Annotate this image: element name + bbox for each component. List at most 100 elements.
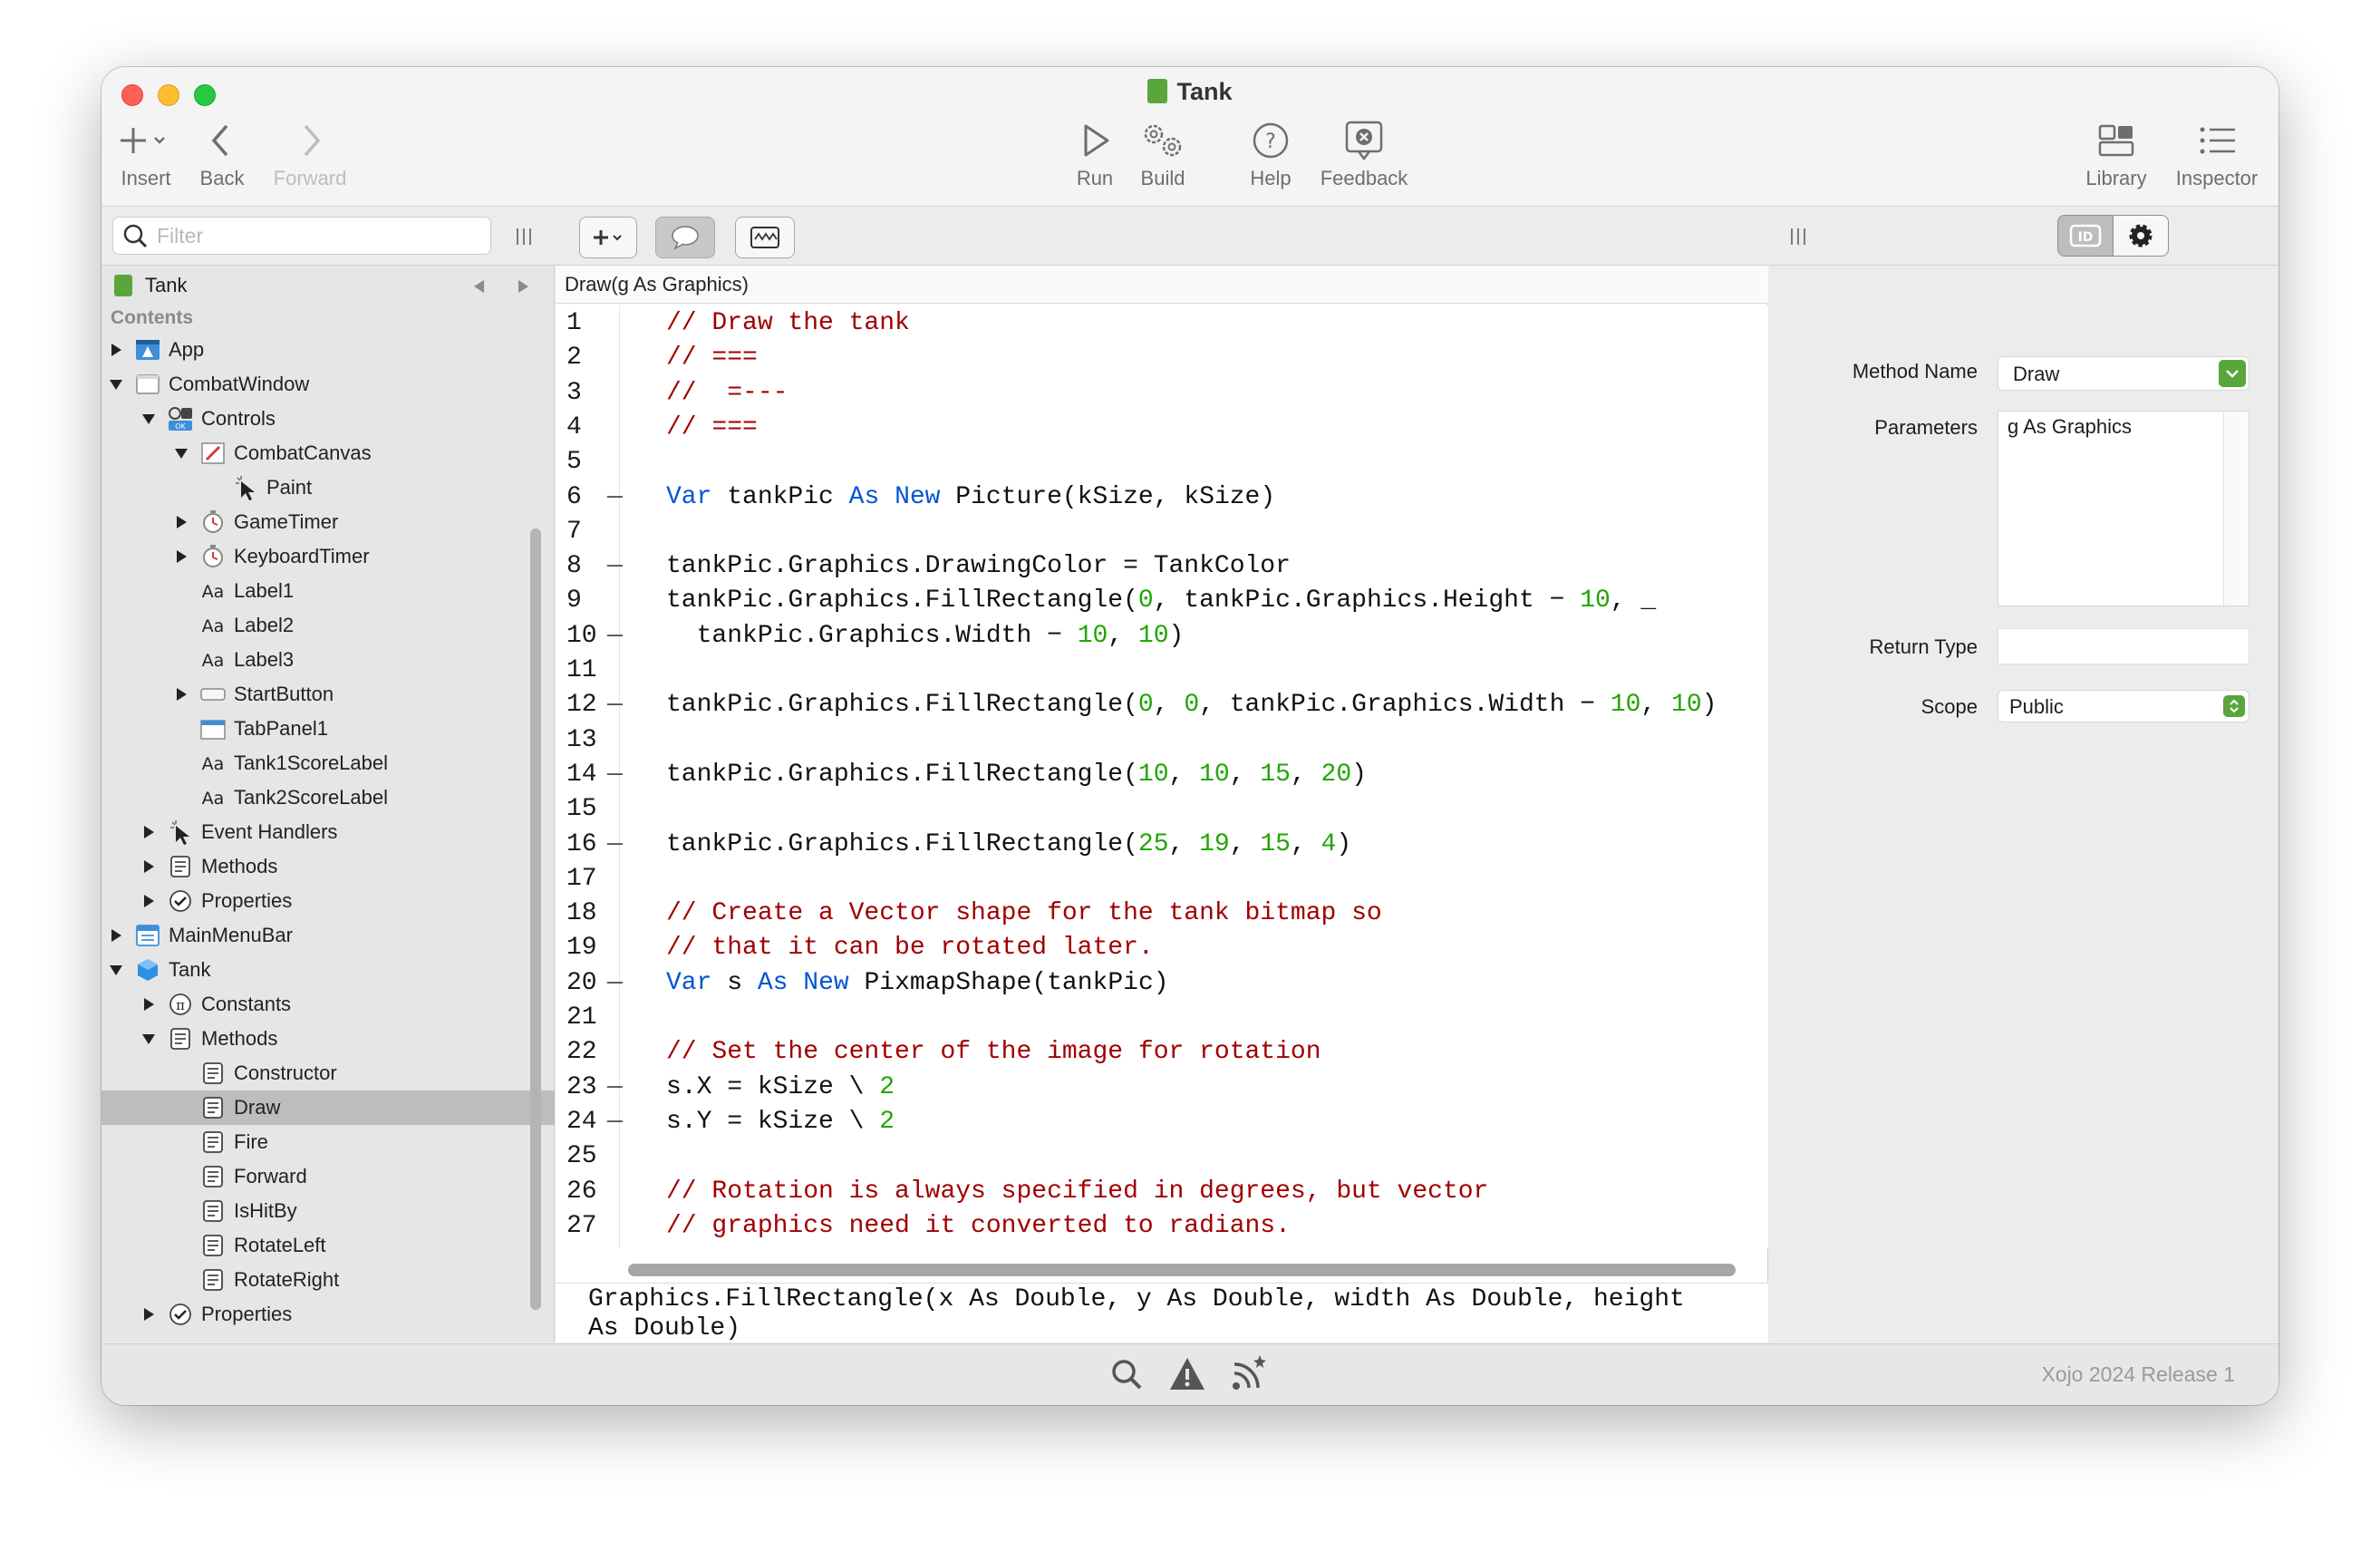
tree-row[interactable]: RotateLeft xyxy=(102,1228,555,1263)
code-line[interactable]: 10 — tankPic.Graphics.Width − 10, 10) xyxy=(556,622,1768,651)
disclosure-collapsed-icon[interactable] xyxy=(107,926,125,945)
code-line[interactable]: 27 // graphics need it converted to radia… xyxy=(556,1212,1768,1241)
code-line[interactable]: 4 // === xyxy=(556,413,1768,442)
panel-toggle-icon[interactable] xyxy=(513,226,535,247)
forward-button[interactable]: Forward xyxy=(265,118,355,190)
parameters-textarea[interactable]: g As Graphics xyxy=(1998,411,2249,606)
code-line[interactable]: 7 xyxy=(556,518,1768,547)
code-line[interactable]: 16 — tankPic.Graphics.FillRectangle(25, 19… xyxy=(556,830,1768,859)
tree-row[interactable]: Draw xyxy=(102,1090,555,1125)
panel-toggle-icon[interactable] xyxy=(1787,226,1809,247)
code-assist-button[interactable] xyxy=(735,217,795,258)
code-line[interactable]: 11 xyxy=(556,656,1768,685)
disclosure-collapsed-icon[interactable] xyxy=(140,995,158,1013)
tree-row[interactable]: Methods xyxy=(102,849,555,884)
id-tab[interactable]: ID xyxy=(2057,215,2114,257)
tree-row[interactable]: Aa Label1 xyxy=(102,574,555,608)
tree-row[interactable]: Tank xyxy=(102,953,555,987)
code-line[interactable]: 2 // === xyxy=(556,344,1768,373)
breakpoint-marker[interactable]: — xyxy=(607,830,623,859)
tree-row[interactable]: Forward xyxy=(102,1159,555,1194)
code-line[interactable]: 21 xyxy=(556,1003,1768,1032)
code-line[interactable]: 14— tankPic.Graphics.FillRectangle(10, 10… xyxy=(556,761,1768,790)
disclosure-expanded-icon[interactable] xyxy=(140,1030,158,1048)
library-button[interactable]: Library xyxy=(2075,118,2157,190)
code-line[interactable]: 22 // Set the center of the image for rot… xyxy=(556,1038,1768,1067)
disclosure-collapsed-icon[interactable] xyxy=(140,858,158,876)
nav-next-icon[interactable] xyxy=(515,278,531,295)
breakpoint-marker[interactable]: — xyxy=(607,691,623,720)
combobox-arrow-icon[interactable] xyxy=(2219,360,2246,387)
back-button[interactable]: Back xyxy=(190,118,254,190)
code-line[interactable]: 28 // pi/180 = 0.01745329251 xyxy=(556,1246,1768,1248)
code-line[interactable]: 3 // =--- xyxy=(556,379,1768,408)
breakpoint-marker[interactable]: — xyxy=(607,969,623,998)
breakpoint-marker[interactable]: — xyxy=(607,622,623,651)
code-line[interactable]: 20 — Var s As New PixmapShape(tankPic) xyxy=(556,969,1768,998)
tree-row[interactable]: Methods xyxy=(102,1022,555,1056)
tree-row[interactable]: StartButton xyxy=(102,677,555,712)
disclosure-expanded-icon[interactable] xyxy=(172,444,190,462)
disclosure-collapsed-icon[interactable] xyxy=(107,341,125,359)
feedback-button[interactable]: Feedback xyxy=(1309,118,1419,190)
return-type-field[interactable] xyxy=(1998,628,2249,664)
inspector-button[interactable]: Inspector xyxy=(2166,118,2268,190)
tree-row[interactable]: Aa Label3 xyxy=(102,643,555,677)
code-line[interactable]: 13 xyxy=(556,726,1768,755)
tree-row[interactable]: CombatCanvas xyxy=(102,436,555,470)
tree-row[interactable]: Aa Label2 xyxy=(102,608,555,643)
advanced-tab[interactable] xyxy=(2113,215,2169,257)
tree-row[interactable]: Paint xyxy=(102,470,555,505)
tree-row[interactable]: GameTimer xyxy=(102,505,555,539)
code-line[interactable]: 19 // that it can be rotated later. xyxy=(556,934,1768,963)
method-name-combobox[interactable]: Draw xyxy=(1998,356,2249,391)
code-line[interactable]: 6— Var tankPic As New Picture(kSize, kSiz… xyxy=(556,483,1768,512)
add-item-button[interactable] xyxy=(579,217,637,258)
build-button[interactable]: Build xyxy=(1126,118,1200,190)
broadcast-icon[interactable] xyxy=(1229,1353,1269,1393)
breakpoint-marker[interactable]: — xyxy=(607,552,623,581)
code-line[interactable]: 17 xyxy=(556,865,1768,894)
tree-row[interactable]: Event Handlers xyxy=(102,815,555,849)
help-button[interactable]: ? Help xyxy=(1236,118,1305,190)
comment-toggle-button[interactable] xyxy=(655,217,715,258)
tree-row[interactable]: OK Controls xyxy=(102,402,555,436)
horizontal-scrollbar[interactable] xyxy=(628,1264,1736,1276)
filter-field[interactable] xyxy=(112,217,491,255)
disclosure-collapsed-icon[interactable] xyxy=(172,513,190,531)
tree-row[interactable]: MainMenuBar xyxy=(102,918,555,953)
tree-row[interactable]: Properties xyxy=(102,1297,555,1332)
tree-row[interactable]: App xyxy=(102,333,555,367)
disclosure-expanded-icon[interactable] xyxy=(140,410,158,428)
code-line[interactable]: 23 — s.X = kSize \ 2 xyxy=(556,1073,1768,1102)
tree-row[interactable]: Constructor xyxy=(102,1056,555,1090)
code-line[interactable]: 1 // Draw the tank xyxy=(556,309,1768,338)
disclosure-collapsed-icon[interactable] xyxy=(140,892,158,910)
insert-button[interactable]: Insert xyxy=(114,118,178,190)
breakpoint-marker[interactable]: — xyxy=(607,483,623,512)
code-line[interactable]: 8— tankPic.Graphics.DrawingColor = TankCo… xyxy=(556,552,1768,581)
disclosure-collapsed-icon[interactable] xyxy=(172,685,190,703)
code-area[interactable]: 1 // Draw the tank 2 // === 3 // =--- 4 // === 5… xyxy=(556,305,1768,1248)
disclosure-expanded-icon[interactable] xyxy=(107,961,125,979)
disclosure-collapsed-icon[interactable] xyxy=(172,548,190,566)
navigator-scrollbar[interactable] xyxy=(530,528,541,1310)
disclosure-collapsed-icon[interactable] xyxy=(140,823,158,841)
parameters-scrollbar[interactable] xyxy=(2223,412,2249,606)
tree-row[interactable]: CombatWindow xyxy=(102,367,555,402)
code-line[interactable]: 25 xyxy=(556,1142,1768,1171)
nav-prev-icon[interactable] xyxy=(471,278,488,295)
tree-row[interactable]: RotateRight xyxy=(102,1263,555,1297)
scope-select[interactable]: Public xyxy=(1998,690,2249,722)
tree-row[interactable]: TabPanel1 xyxy=(102,712,555,746)
breakpoint-marker[interactable]: — xyxy=(607,761,623,790)
breakpoint-marker[interactable]: — xyxy=(607,1073,623,1102)
code-line[interactable]: 18 // Create a Vector shape for the tank … xyxy=(556,899,1768,928)
filter-input[interactable] xyxy=(157,223,483,248)
tree-row[interactable]: Properties xyxy=(102,884,555,918)
disclosure-collapsed-icon[interactable] xyxy=(140,1305,158,1323)
warning-icon[interactable] xyxy=(1167,1355,1207,1393)
code-line[interactable]: 12— tankPic.Graphics.FillRectangle(0, 0, … xyxy=(556,691,1768,720)
code-line[interactable]: 24 — s.Y = kSize \ 2 xyxy=(556,1108,1768,1137)
breakpoint-marker[interactable]: — xyxy=(607,1108,623,1137)
